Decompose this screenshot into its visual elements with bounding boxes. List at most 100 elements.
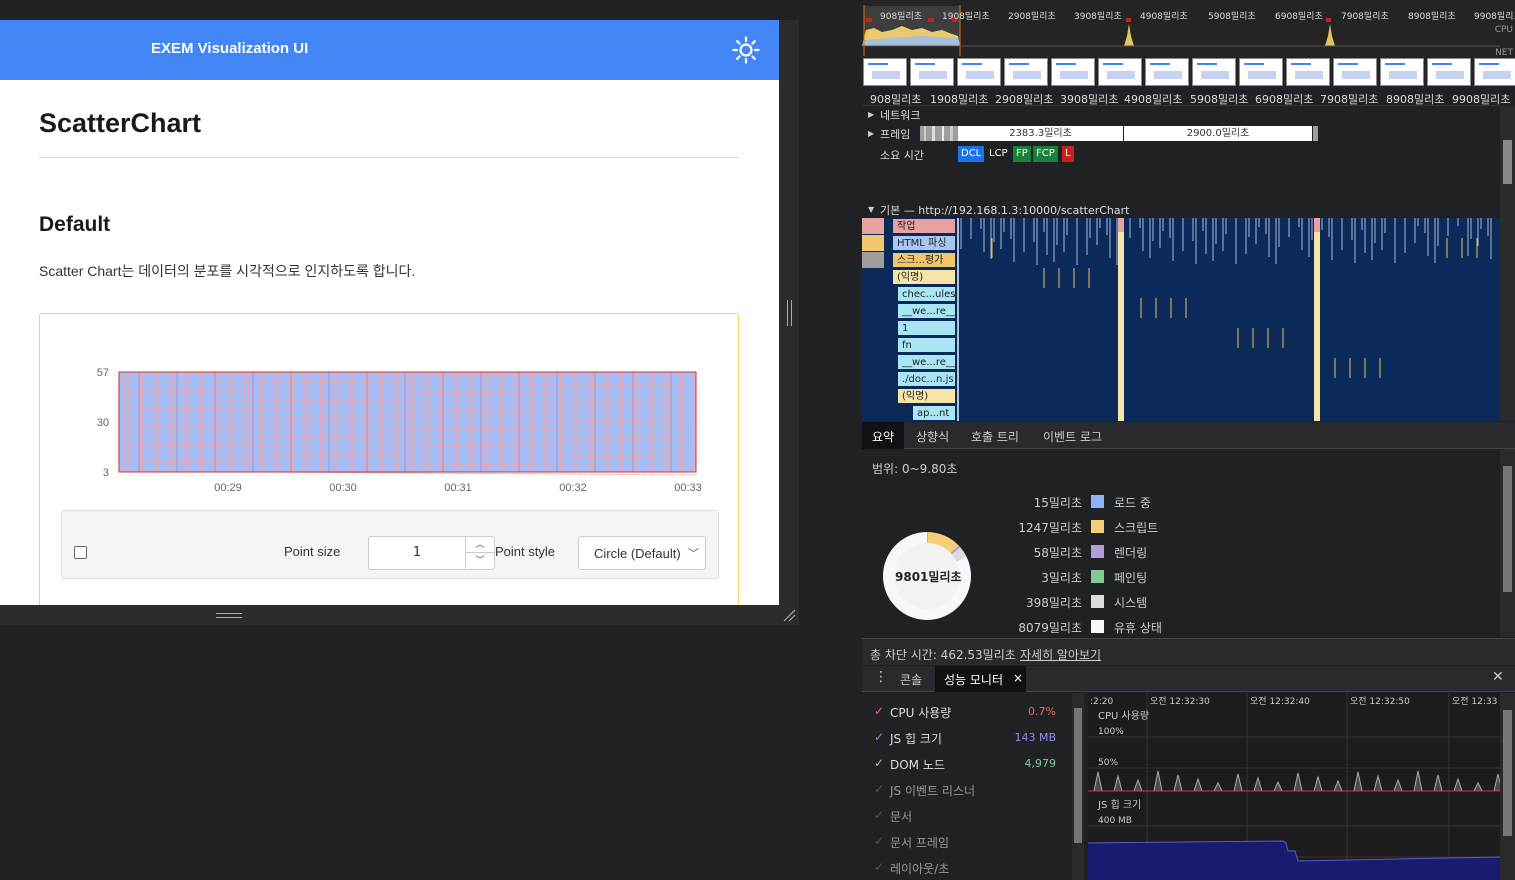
scatter-chart[interactable]: 57 30 3 00:29 00:30 00:31 00:32 00:33 (40, 314, 738, 504)
time-tick: 오전 12:32:50 (1350, 696, 1410, 707)
expand-triangle-icon[interactable]: ▶ (868, 110, 874, 119)
timing-badge-lcp[interactable]: LCP (986, 146, 1011, 162)
screenshot-thumbnail[interactable] (863, 58, 907, 86)
screenshot-thumbnail[interactable] (1239, 58, 1283, 86)
metric-name[interactable]: CPU 사용량 (890, 704, 951, 721)
metric-name[interactable]: JS 이벤트 리스너 (890, 782, 975, 799)
drawer-tabs: ⋮ 콘솔 성능 모니터 × ✕ (862, 666, 1515, 692)
flame-chart[interactable]: 작업 HTML 파싱 스크...평가 (익명) chec...ules __we...re… (862, 218, 1500, 421)
metric-name[interactable]: JS 힙 크기 (890, 730, 942, 747)
tab-console[interactable]: 콘솔 (900, 671, 922, 688)
flame-entry[interactable]: HTML 파싱 (892, 235, 956, 251)
tab-call-tree[interactable]: 호출 트리 (971, 428, 1019, 445)
metric-name[interactable]: 문서 (890, 808, 912, 825)
legend-swatch (1091, 570, 1104, 583)
tab-summary[interactable]: 요약 (872, 428, 894, 445)
legend-value: 15밀리초 (1033, 496, 1082, 510)
metric-checkbox[interactable]: ✓ (874, 756, 884, 770)
overview-tick: 2908밀리초 (1008, 12, 1056, 22)
devtools-panel: 908밀리초 1908밀리초 2908밀리초 3908밀리초 4908밀리초 5908밀리… (862, 0, 1515, 880)
sun-icon[interactable] (732, 36, 760, 64)
legend-swatch (1091, 520, 1104, 533)
metric-name[interactable]: 문서 프레임 (890, 834, 949, 851)
flame-entry[interactable]: __we...re__ (897, 354, 956, 370)
close-drawer-icon[interactable]: ✕ (1492, 669, 1504, 685)
point-size-input[interactable]: 1 ︿ ﹀ (368, 536, 495, 570)
scatter-points (118, 371, 697, 476)
tab-bottom-up[interactable]: 상향식 (916, 428, 949, 445)
flame-entry[interactable]: fn (897, 337, 956, 353)
main-thread-label[interactable]: 기본 — http://192.168.1.3:10000/scatterCha… (880, 202, 1129, 218)
flame-entry[interactable]: (익명) (892, 269, 956, 285)
flame-entry[interactable]: chec...ules (897, 286, 956, 302)
legend-swatch (1091, 620, 1104, 633)
timeline-overview[interactable]: 908밀리초 1908밀리초 2908밀리초 3908밀리초 4908밀리초 5908밀리… (862, 0, 1515, 88)
flame-entry[interactable]: ./doc...n.js (897, 371, 956, 387)
screenshot-thumbnail[interactable] (1286, 58, 1330, 86)
screenshot-thumbnail[interactable] (957, 58, 1001, 86)
metric-name[interactable]: DOM 노드 (890, 756, 945, 773)
flame-entry[interactable]: 작업 (892, 218, 956, 234)
screenshot-thumbnail[interactable] (1427, 58, 1471, 86)
point-style-label: Point style (495, 544, 555, 559)
timing-badge-l[interactable]: L (1062, 146, 1074, 162)
timing-badge-dcl[interactable]: DCL (958, 146, 985, 162)
screenshot-thumbnail[interactable] (1145, 58, 1189, 86)
screenshot-thumbnail[interactable] (1098, 58, 1142, 86)
flame-entry[interactable]: ap...nt (912, 405, 956, 421)
frame-bar-2[interactable]: 2900.0밀리초 (1124, 126, 1312, 141)
point-style-select[interactable]: Circle (Default) ﹀ (578, 536, 706, 570)
timeline-scrollbar-thumb[interactable] (1503, 140, 1512, 184)
frame-bar-1[interactable]: 2383.3밀리초 (958, 126, 1123, 141)
metric-checkbox[interactable]: ✓ (874, 834, 884, 848)
metric-name[interactable]: 레이아웃/초 (890, 860, 949, 877)
resize-corner-icon[interactable] (782, 608, 796, 622)
flame-entry[interactable]: 1 (897, 320, 956, 336)
tab-performance-monitor[interactable]: 성능 모니터 (944, 671, 1003, 688)
metric-checkbox[interactable]: ✓ (874, 704, 884, 718)
metric-checkbox[interactable]: ✓ (874, 730, 884, 744)
tab-event-log[interactable]: 이벤트 로그 (1043, 428, 1102, 445)
x-tick-label: 00:29 (214, 482, 242, 494)
metric-checkbox[interactable]: ✓ (874, 808, 884, 822)
point-size-value[interactable]: 1 (369, 545, 465, 560)
kebab-menu-icon[interactable]: ⋮ (874, 669, 888, 685)
screenshot-thumbnail[interactable] (1380, 58, 1424, 86)
frames-track-label[interactable]: 프레임 (880, 126, 910, 142)
summary-scrollbar-thumb[interactable] (1503, 466, 1512, 592)
point-size-stepper[interactable]: ︿ ﹀ (465, 537, 494, 569)
learn-more-link[interactable]: 자세히 알아보기 (1020, 646, 1101, 663)
screenshot-thumbnail[interactable] (1333, 58, 1377, 86)
graphs-scrollbar-thumb[interactable] (1503, 710, 1512, 836)
point-size-label: Point size (284, 544, 341, 559)
network-track-label[interactable]: 네트워크 (880, 107, 920, 123)
options-checkbox[interactable] (74, 546, 87, 559)
collapse-triangle-icon[interactable]: ▼ (868, 205, 874, 214)
chevron-down-icon[interactable]: ﹀ (466, 553, 494, 569)
overview-tick: 8908밀리초 (1408, 12, 1456, 22)
timing-badge-fcp[interactable]: FCP (1033, 146, 1058, 162)
metric-checkbox[interactable]: ✓ (874, 782, 884, 796)
close-tab-icon[interactable]: × (1013, 671, 1023, 685)
blocking-time-text: 총 차단 시간: 462.53밀리초 (870, 648, 1016, 662)
x-tick-label: 00:32 (559, 482, 587, 494)
screenshot-thumbnail[interactable] (1004, 58, 1048, 86)
screenshot-thumbnail[interactable] (1051, 58, 1095, 86)
flame-entry[interactable]: 스크...평가 (892, 252, 956, 268)
cpu-graph-title: CPU 사용량 (1098, 710, 1149, 722)
flame-entry[interactable]: __we...re__ (897, 303, 956, 319)
flame-entry[interactable]: (익명) (897, 388, 956, 404)
screenshot-thumbnail[interactable] (1192, 58, 1236, 86)
resize-handle-vertical[interactable] (787, 300, 792, 326)
cpu-tick: 100% (1098, 727, 1124, 737)
timing-badge-fp[interactable]: FP (1013, 146, 1031, 162)
screenshot-thumbnail[interactable] (1474, 58, 1515, 86)
time-tick: :2:20 (1090, 697, 1114, 707)
resize-handle-horizontal[interactable] (216, 613, 242, 618)
metrics-scrollbar-thumb[interactable] (1074, 708, 1082, 843)
chevron-up-icon[interactable]: ︿ (466, 537, 494, 553)
screenshot-thumbnail[interactable] (910, 58, 954, 86)
metric-checkbox[interactable]: ✓ (874, 860, 884, 874)
ruler-tick: 2908밀리초 (995, 93, 1054, 106)
expand-triangle-icon[interactable]: ▶ (868, 129, 874, 138)
